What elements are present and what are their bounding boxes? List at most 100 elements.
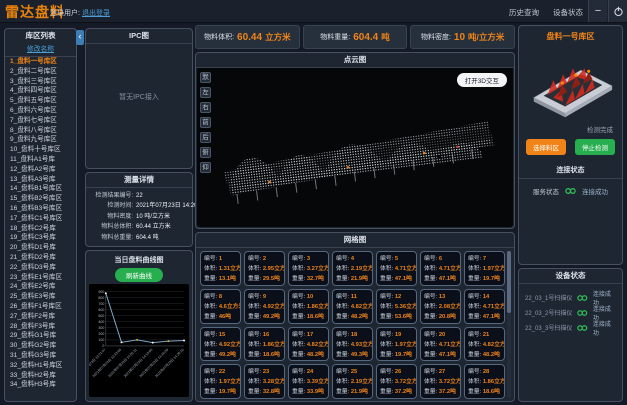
sidebar-item[interactable]: 2_盘料二号库区 xyxy=(5,67,76,77)
sidebar-item[interactable]: 25_盘料E3号库 xyxy=(5,292,76,302)
sidebar-item[interactable]: 8_盘料八号库区 xyxy=(5,126,76,136)
grid-cell[interactable]: 编号: 1体积: 1.31立方米重量: 13.1吨 xyxy=(200,251,241,286)
refresh-curve-button[interactable]: 刷新曲线 xyxy=(115,268,163,282)
sidebar-item[interactable]: 34_盘料H3号库 xyxy=(5,380,76,389)
sidebar-item[interactable]: 16_盘料B3号库区 xyxy=(5,204,76,214)
ipc-title: IPC图 xyxy=(86,29,192,44)
grid-cell[interactable]: 编号: 12体积: 5.36立方米重量: 53.6吨 xyxy=(376,289,417,324)
sidebar-item[interactable]: 22_盘料D3号库 xyxy=(5,263,76,273)
sidebar-item[interactable]: 15_盘料B2号库区 xyxy=(5,194,76,204)
sidebar-item[interactable]: 12_盘料A2号库 xyxy=(5,165,76,175)
sidebar-item[interactable]: 14_盘料B1号库区 xyxy=(5,184,76,194)
rename-link[interactable]: 修改名称 xyxy=(5,43,76,57)
grid-cell[interactable]: 编号: 2体积: 2.95立方米重量: 29.5吨 xyxy=(244,251,285,286)
grid-cell-volume: 体积: 3.39立方米 xyxy=(292,377,325,387)
sidebar-item[interactable]: 23_盘料E1号库区 xyxy=(5,273,76,283)
grid-cell[interactable]: 编号: 13体积: 2.08立方米重量: 20.8吨 xyxy=(420,289,461,324)
grid-cell-weight: 重量: 19.7吨 xyxy=(468,274,501,284)
view-button-右[interactable]: 右 xyxy=(200,102,211,113)
grid-cell[interactable]: 编号: 17体积: 4.82立方米重量: 48.2吨 xyxy=(288,327,329,362)
grid-cell[interactable]: 编号: 28体积: 1.86立方米重量: 18.6吨 xyxy=(464,364,505,399)
open-3d-button[interactable]: 打开3D交互 xyxy=(457,73,507,87)
sidebar-item[interactable]: 17_盘料C1号库区 xyxy=(5,214,76,224)
sidebar-item[interactable]: 30_盘料G2号库 xyxy=(5,341,76,351)
sidebar-item[interactable]: 18_盘料C2号库 xyxy=(5,224,76,234)
data-point xyxy=(120,341,122,343)
view-button-前[interactable]: 前 xyxy=(200,117,211,128)
minimize-button[interactable]: − xyxy=(588,0,607,22)
sidebar-item[interactable]: 4_盘料四号库区 xyxy=(5,86,76,96)
grid-cell[interactable]: 编号: 8体积: 4.6立方米重量: 46吨 xyxy=(200,289,241,324)
sidebar-item[interactable]: 10_盘料十号库区 xyxy=(5,145,76,155)
sidebar-item[interactable]: 32_盘料H1号库区 xyxy=(5,361,76,371)
point-cloud-canvas[interactable]: 默左右前后俯仰 打开3D交互 xyxy=(197,68,513,227)
sidebar-item[interactable]: 3_盘料三号库区 xyxy=(5,77,76,87)
login-user-label: 登录用户: xyxy=(50,8,80,18)
grid-cell[interactable]: 编号: 11体积: 4.82立方米重量: 48.2吨 xyxy=(332,289,373,324)
sidebar-item[interactable]: 1_盘料一号库区 xyxy=(5,57,76,67)
device-status-panel: 设备状态 22_03_1号扫描仪连接成功22_03_2号扫描仪连接成功22_03… xyxy=(518,268,623,402)
grid-cell[interactable]: 编号: 15体积: 4.92立方米重量: 49.2吨 xyxy=(200,327,241,362)
grid-scrollbar[interactable] xyxy=(507,251,511,398)
grid-cell[interactable]: 编号: 7体积: 1.97立方米重量: 19.7吨 xyxy=(464,251,505,286)
sidebar-item[interactable]: 13_盘料A3号库 xyxy=(5,175,76,185)
svg-text:2021年07月23日 13:43:05: 2021年07月23日 13:43:05 xyxy=(91,347,122,378)
grid-cell[interactable]: 编号: 6体积: 4.71立方米重量: 47.1吨 xyxy=(420,251,461,286)
grid-cell[interactable]: 编号: 10体积: 1.86立方米重量: 18.6吨 xyxy=(288,289,329,324)
grid-cell[interactable]: 编号: 27体积: 3.72立方米重量: 37.2吨 xyxy=(420,364,461,399)
sidebar-item[interactable]: 26_盘料F1号库区 xyxy=(5,302,76,312)
grid-cell[interactable]: 编号: 16体积: 1.86立方米重量: 18.6吨 xyxy=(244,327,285,362)
grid-cell[interactable]: 编号: 23体积: 3.28立方米重量: 32.8吨 xyxy=(244,364,285,399)
sidebar-item[interactable]: 24_盘料E2号库 xyxy=(5,282,76,292)
history-query-link[interactable]: 历史查询 xyxy=(509,7,539,18)
grid-cell[interactable]: 编号: 20体积: 4.71立方米重量: 47.1吨 xyxy=(420,327,461,362)
sidebar-item[interactable]: 29_盘料G1号库 xyxy=(5,331,76,341)
sidebar-item[interactable]: 5_盘料五号库区 xyxy=(5,96,76,106)
grid-cell[interactable]: 编号: 21体积: 4.82立方米重量: 48.2吨 xyxy=(464,327,505,362)
sidebar-item[interactable]: 31_盘料G3号库 xyxy=(5,351,76,361)
sidebar-item[interactable]: 7_盘料七号库区 xyxy=(5,116,76,126)
grid-cell[interactable]: 编号: 18体积: 4.93立方米重量: 49.3吨 xyxy=(332,327,373,362)
view-button-俯[interactable]: 俯 xyxy=(200,147,211,158)
view-button-左[interactable]: 左 xyxy=(200,87,211,98)
grid-cell[interactable]: 编号: 22体积: 1.97立方米重量: 19.7吨 xyxy=(200,364,241,399)
sidebar-item[interactable]: 27_盘料F2号库 xyxy=(5,312,76,322)
sidebar-item[interactable]: 28_盘料F3号库 xyxy=(5,322,76,332)
select-area-button[interactable]: 选择料区 xyxy=(526,139,566,155)
ipc-panel: IPC图 暂无IPC接入 xyxy=(85,28,193,169)
svg-text:900: 900 xyxy=(98,290,104,294)
sidebar-item[interactable]: 33_盘料H2号库 xyxy=(5,371,76,381)
sidebar-title: 库区列表 xyxy=(5,29,76,43)
grid-cell-volume: 体积: 4.6立方米 xyxy=(204,302,237,312)
grid-cell[interactable]: 编号: 25体积: 2.19立方米重量: 21.9吨 xyxy=(332,364,373,399)
logout-link[interactable]: 退出登录 xyxy=(82,8,110,18)
grid-cell[interactable]: 编号: 14体积: 4.71立方米重量: 47.1吨 xyxy=(464,289,505,324)
grid-cell[interactable]: 编号: 3体积: 3.27立方米重量: 32.7吨 xyxy=(288,251,329,286)
grid-cell[interactable]: 编号: 24体积: 3.39立方米重量: 33.9吨 xyxy=(288,364,329,399)
sidebar-item[interactable]: 21_盘料D2号库 xyxy=(5,253,76,263)
minimize-icon: − xyxy=(595,5,601,17)
stop-detect-button[interactable]: 停止检测 xyxy=(575,139,615,155)
grid-cell[interactable]: 编号: 9体积: 4.92立方米重量: 49.2吨 xyxy=(244,289,285,324)
grid-cell[interactable]: 编号: 4体积: 2.19立方米重量: 21.9吨 xyxy=(332,251,373,286)
sidebar-item[interactable]: 6_盘料六号库区 xyxy=(5,106,76,116)
power-button[interactable] xyxy=(608,0,627,22)
point-cloud-panel: 点云图 默左右前后俯仰 打开3D交互 xyxy=(195,52,515,229)
storage-area-list[interactable]: 1_盘料一号库区2_盘料二号库区3_盘料三号库区4_盘料四号库区5_盘料五号库区… xyxy=(5,57,76,389)
detail-label: 检测结果编号: xyxy=(86,191,133,201)
view-button-仰[interactable]: 仰 xyxy=(200,162,211,173)
sidebar-item[interactable]: 9_盘料九号库区 xyxy=(5,135,76,145)
grid-cell[interactable]: 编号: 19体积: 1.97立方米重量: 19.7吨 xyxy=(376,327,417,362)
view-button-后[interactable]: 后 xyxy=(200,132,211,143)
sidebar-item[interactable]: 19_盘料C3号库 xyxy=(5,233,76,243)
grid-cell-weight: 重量: 19.7吨 xyxy=(204,387,237,397)
view-button-默[interactable]: 默 xyxy=(200,72,211,83)
grid-scrollbar-thumb[interactable] xyxy=(507,251,511,313)
sidebar-item[interactable]: 11_盘料A1号库 xyxy=(5,155,76,165)
collapse-panel-button[interactable]: ‹ xyxy=(76,30,84,45)
sidebar-item[interactable]: 20_盘料D1号库 xyxy=(5,243,76,253)
grid-cell[interactable]: 编号: 5体积: 4.71立方米重量: 47.1吨 xyxy=(376,251,417,286)
grid-cell[interactable]: 编号: 26体积: 3.72立方米重量: 37.2吨 xyxy=(376,364,417,399)
detail-value: 10 吨/立方米 xyxy=(136,212,170,222)
device-status-link[interactable]: 设备状态 xyxy=(553,7,583,18)
